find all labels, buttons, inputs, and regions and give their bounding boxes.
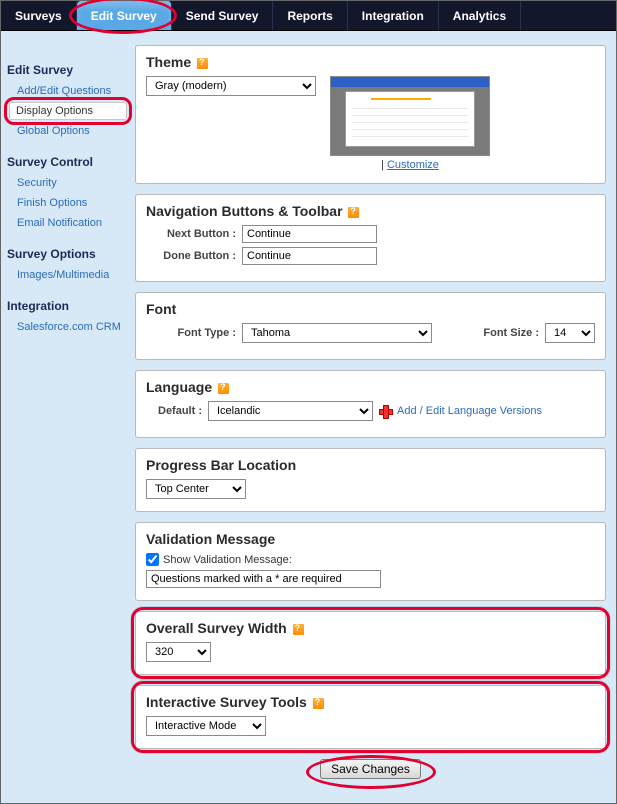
language-select[interactable]: Icelandic	[208, 401, 373, 421]
tab-analytics[interactable]: Analytics	[439, 1, 521, 30]
next-button-input[interactable]	[242, 225, 377, 243]
panel-title: Validation Message	[146, 531, 595, 547]
tab-reports[interactable]: Reports	[273, 1, 347, 30]
panel-title: Navigation Buttons & Toolbar	[146, 203, 595, 219]
help-icon[interactable]	[197, 58, 208, 69]
tab-surveys[interactable]: Surveys	[1, 1, 77, 30]
top-nav: Surveys Edit Survey Send Survey Reports …	[1, 1, 616, 31]
progress-select[interactable]: Top Center	[146, 479, 246, 499]
panel-title-text: Overall Survey Width	[146, 620, 287, 636]
panel-title-text: Language	[146, 379, 212, 395]
sidebar-item-security[interactable]: Security	[7, 173, 131, 193]
sidebar-heading-edit: Edit Survey	[7, 63, 131, 77]
help-icon[interactable]	[218, 383, 229, 394]
sidebar-item-salesforce[interactable]: Salesforce.com CRM	[7, 317, 131, 337]
panel-title: Overall Survey Width	[146, 620, 595, 636]
language-default-label: Default :	[146, 405, 202, 417]
panel-interactive-tools: Interactive Survey Tools Interactive Mod…	[135, 685, 606, 749]
theme-preview-wrap: | Customize	[330, 76, 490, 171]
panel-font: Font Font Type : Tahoma Font Size : 14	[135, 292, 606, 360]
help-icon[interactable]	[313, 698, 324, 709]
help-icon[interactable]	[348, 207, 359, 218]
customize-link[interactable]: Customize	[387, 159, 439, 171]
sidebar-item-global-options[interactable]: Global Options	[7, 121, 131, 141]
panel-validation: Validation Message Show Validation Messa…	[135, 522, 606, 601]
help-icon[interactable]	[293, 624, 304, 635]
font-size-select[interactable]: 14	[545, 323, 595, 343]
tab-send-survey[interactable]: Send Survey	[172, 1, 274, 30]
font-size-label: Font Size :	[483, 327, 539, 339]
theme-select-wrap: Gray (modern)	[146, 76, 316, 96]
panel-title-text: Theme	[146, 54, 191, 70]
done-button-input[interactable]	[242, 247, 377, 265]
interactive-select[interactable]: Interactive Mode	[146, 716, 266, 736]
tab-label: Edit Survey	[91, 9, 157, 23]
panel-title: Theme	[146, 54, 595, 70]
sidebar-heading-options: Survey Options	[7, 247, 131, 261]
theme-select[interactable]: Gray (modern)	[146, 76, 316, 96]
done-button-label: Done Button :	[146, 250, 236, 262]
font-type-label: Font Type :	[146, 327, 236, 339]
show-validation-checkbox[interactable]	[146, 553, 159, 566]
sidebar-heading-control: Survey Control	[7, 155, 131, 169]
panel-title: Interactive Survey Tools	[146, 694, 595, 710]
content: Theme Gray (modern) | Customize	[131, 31, 616, 803]
panel-title-text: Interactive Survey Tools	[146, 694, 307, 710]
validation-message-input[interactable]	[146, 570, 381, 588]
theme-caption: | Customize	[330, 159, 490, 171]
sidebar-item-email[interactable]: Email Notification	[7, 213, 131, 233]
panel-progress: Progress Bar Location Top Center	[135, 448, 606, 512]
panel-theme: Theme Gray (modern) | Customize	[135, 45, 606, 184]
panel-title: Font	[146, 301, 595, 317]
width-select[interactable]: 320	[146, 642, 211, 662]
sidebar-heading-integration: Integration	[7, 299, 131, 313]
show-validation-label: Show Validation Message:	[163, 554, 292, 566]
next-button-label: Next Button :	[146, 228, 236, 240]
panel-title-text: Navigation Buttons & Toolbar	[146, 203, 343, 219]
sidebar-item-finish[interactable]: Finish Options	[7, 193, 131, 213]
theme-preview	[330, 76, 490, 156]
panel-title: Progress Bar Location	[146, 457, 595, 473]
tab-edit-survey[interactable]: Edit Survey	[77, 1, 172, 30]
save-row: Save Changes	[135, 759, 606, 789]
save-changes-button[interactable]: Save Changes	[320, 759, 421, 779]
plus-icon[interactable]	[379, 405, 391, 417]
panel-overall-width: Overall Survey Width 320	[135, 611, 606, 675]
sidebar-item-display-options[interactable]: Display Options	[9, 102, 127, 120]
panel-nav-toolbar: Navigation Buttons & Toolbar Next Button…	[135, 194, 606, 282]
sidebar: Edit Survey Add/Edit Questions Display O…	[1, 31, 131, 803]
panel-title: Language	[146, 379, 595, 395]
tab-integration[interactable]: Integration	[348, 1, 439, 30]
sidebar-item-add-edit[interactable]: Add/Edit Questions	[7, 81, 131, 101]
font-type-select[interactable]: Tahoma	[242, 323, 432, 343]
add-edit-language-link[interactable]: Add / Edit Language Versions	[397, 405, 542, 417]
panel-language: Language Default : Icelandic Add / Edit …	[135, 370, 606, 438]
sidebar-item-images[interactable]: Images/Multimedia	[7, 265, 131, 285]
